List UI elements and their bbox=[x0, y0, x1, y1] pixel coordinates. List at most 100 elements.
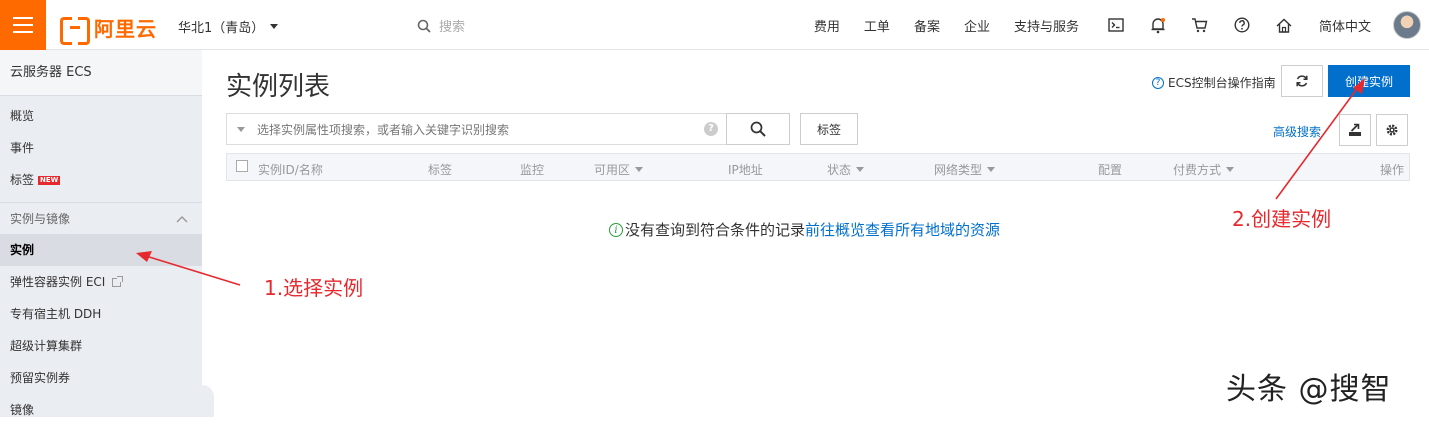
column-label: 网络类型 bbox=[934, 163, 983, 177]
sidebar-item-eci[interactable]: 弹性容器实例 ECI bbox=[0, 266, 202, 298]
column-label: 付费方式 bbox=[1173, 163, 1222, 177]
nav-tickets[interactable]: 工单 bbox=[852, 16, 902, 35]
advanced-search-link[interactable]: 高级搜索 bbox=[1273, 123, 1321, 140]
sidebar-collapse-handle[interactable] bbox=[202, 385, 214, 417]
annotation-step-1: 1.选择实例 bbox=[264, 276, 364, 300]
aliyun-logo[interactable]: 阿里云 bbox=[60, 13, 157, 45]
column-label: 状态 bbox=[827, 163, 852, 177]
annotation-step-2: 2.创建实例 bbox=[1232, 207, 1332, 231]
sidebar-item-instances[interactable]: 实例 bbox=[0, 234, 202, 266]
column-header-tags: 标签 bbox=[428, 161, 452, 178]
sidebar-group-instances-images[interactable]: 实例与镜像 bbox=[0, 202, 202, 234]
filter-caret-icon bbox=[635, 167, 644, 172]
refresh-button[interactable] bbox=[1281, 65, 1323, 97]
column-label: 监控 bbox=[520, 163, 545, 177]
nav-icp[interactable]: 备案 bbox=[902, 16, 952, 35]
sidebar-item-overview[interactable]: 概览 bbox=[0, 100, 202, 132]
console-guide-link[interactable]: ? ECS控制台操作指南 bbox=[1152, 74, 1276, 91]
hamburger-menu-icon[interactable] bbox=[0, 0, 46, 50]
terminal-icon[interactable] bbox=[1095, 0, 1137, 50]
column-header-zone[interactable]: 可用区 bbox=[594, 161, 644, 178]
sidebar-item-label: 预留实例券 bbox=[10, 371, 71, 385]
region-selector[interactable]: 华北1（青岛） bbox=[178, 17, 279, 36]
column-label: 实例ID/名称 bbox=[258, 163, 323, 177]
instance-search-input[interactable]: 选择实例属性项搜索，或者输入关键字识别搜索 ? bbox=[226, 113, 727, 145]
search-icon bbox=[417, 19, 431, 33]
refresh-icon bbox=[1296, 75, 1308, 87]
nav-billing[interactable]: 费用 bbox=[802, 16, 852, 35]
sidebar-item-label: 镜像 bbox=[10, 403, 35, 417]
settings-button[interactable] bbox=[1376, 114, 1408, 146]
column-header-status[interactable]: 状态 bbox=[827, 161, 865, 178]
global-search[interactable]: 搜索 bbox=[417, 16, 465, 35]
column-label: 操作 bbox=[1380, 163, 1405, 177]
column-header-monitoring: 监控 bbox=[520, 161, 544, 178]
export-button[interactable] bbox=[1339, 114, 1371, 146]
bell-icon[interactable] bbox=[1137, 0, 1179, 50]
info-icon: i bbox=[609, 222, 623, 237]
column-header-network-type[interactable]: 网络类型 bbox=[934, 161, 996, 178]
cart-icon[interactable] bbox=[1179, 0, 1221, 50]
search-button[interactable] bbox=[726, 113, 790, 145]
annotation-arrows bbox=[136, 78, 1365, 286]
logo-text: 阿里云 bbox=[94, 17, 157, 41]
global-search-placeholder: 搜索 bbox=[439, 20, 466, 35]
sidebar-item-reserved-instances[interactable]: 预留实例券 bbox=[0, 362, 202, 394]
column-label: 标签 bbox=[428, 163, 453, 177]
language-switcher[interactable]: 简体中文 bbox=[1305, 16, 1383, 35]
search-icon bbox=[750, 121, 766, 137]
filter-caret-icon bbox=[856, 167, 865, 172]
logo-mark-icon bbox=[60, 16, 90, 45]
create-instance-button[interactable]: 创建实例 bbox=[1328, 65, 1410, 97]
top-nav: 费用 工单 备案 企业 支持与服务 简体中文 bbox=[802, 0, 1429, 50]
column-header-billing[interactable]: 付费方式 bbox=[1173, 161, 1235, 178]
nav-enterprise[interactable]: 企业 bbox=[952, 16, 1002, 35]
home-icon[interactable] bbox=[1263, 0, 1305, 50]
filter-caret-icon bbox=[987, 167, 996, 172]
sidebar-title[interactable]: 云服务器 ECS bbox=[0, 50, 202, 96]
column-label: 配置 bbox=[1098, 163, 1123, 177]
chevron-up-icon bbox=[176, 215, 188, 222]
chevron-down-icon bbox=[270, 24, 279, 29]
tag-filter-button[interactable]: 标签 bbox=[800, 113, 858, 145]
column-label: IP地址 bbox=[728, 163, 763, 177]
sidebar-item-label: 专有宿主机 DDH bbox=[10, 307, 102, 321]
external-link-icon bbox=[112, 275, 124, 287]
sidebar-group-label: 实例与镜像 bbox=[10, 212, 71, 226]
filter-caret-icon bbox=[1226, 167, 1235, 172]
help-icon[interactable] bbox=[1221, 0, 1263, 50]
nav-support[interactable]: 支持与服务 bbox=[1002, 16, 1095, 35]
sidebar-item-images[interactable]: 镜像 bbox=[0, 394, 202, 426]
gear-icon bbox=[1386, 124, 1398, 136]
attribute-dropdown-icon[interactable] bbox=[237, 126, 245, 132]
top-bar: 阿里云 华北1（青岛） 搜索 费用 工单 备案 企业 支持与服务 简体中文 bbox=[0, 0, 1429, 50]
question-circle-icon: ? bbox=[1152, 76, 1164, 89]
sidebar-item-label: 事件 bbox=[10, 141, 35, 155]
console-guide-label: ECS控制台操作指南 bbox=[1168, 76, 1276, 90]
region-label: 华北1（青岛） bbox=[178, 21, 265, 36]
sidebar-item-label: 实例 bbox=[10, 243, 35, 257]
sidebar: 云服务器 ECS 概览 事件 标签 NEW 实例与镜像 实例 弹性容器实例 EC… bbox=[0, 50, 202, 417]
column-header-actions: 操作 bbox=[1380, 161, 1404, 178]
sidebar-item-tags[interactable]: 标签 NEW bbox=[0, 164, 202, 196]
view-all-regions-link[interactable]: 前往概览查看所有地域的资源 bbox=[805, 219, 1000, 240]
search-help-icon[interactable]: ? bbox=[704, 122, 718, 136]
sidebar-item-scc[interactable]: 超级计算集群 bbox=[0, 330, 202, 362]
select-all-checkbox[interactable] bbox=[236, 160, 248, 172]
page-title: 实例列表 bbox=[226, 72, 331, 102]
sidebar-item-events[interactable]: 事件 bbox=[0, 132, 202, 164]
column-header-config: 配置 bbox=[1098, 161, 1122, 178]
sidebar-item-label: 超级计算集群 bbox=[10, 339, 83, 353]
sidebar-item-label: 概览 bbox=[10, 109, 35, 123]
empty-state-text: 没有查询到符合条件的记录 bbox=[625, 221, 806, 239]
empty-state: i 没有查询到符合条件的记录 前往概览查看所有地域的资源 bbox=[609, 219, 1000, 240]
instance-table-header: 实例ID/名称 标签 监控 可用区 IP地址 状态 网络类型 配置 付费方式 操… bbox=[226, 153, 1410, 181]
sidebar-item-ddh[interactable]: 专有宿主机 DDH bbox=[0, 298, 202, 330]
sidebar-item-label: 标签 bbox=[10, 173, 35, 187]
export-icon bbox=[1349, 123, 1361, 136]
column-label: 可用区 bbox=[594, 163, 631, 177]
avatar[interactable] bbox=[1393, 11, 1421, 39]
instance-search-placeholder: 选择实例属性项搜索，或者输入关键字识别搜索 bbox=[257, 122, 510, 137]
column-header-ip: IP地址 bbox=[728, 161, 763, 178]
watermark: 头条 @搜智 bbox=[1226, 372, 1392, 407]
